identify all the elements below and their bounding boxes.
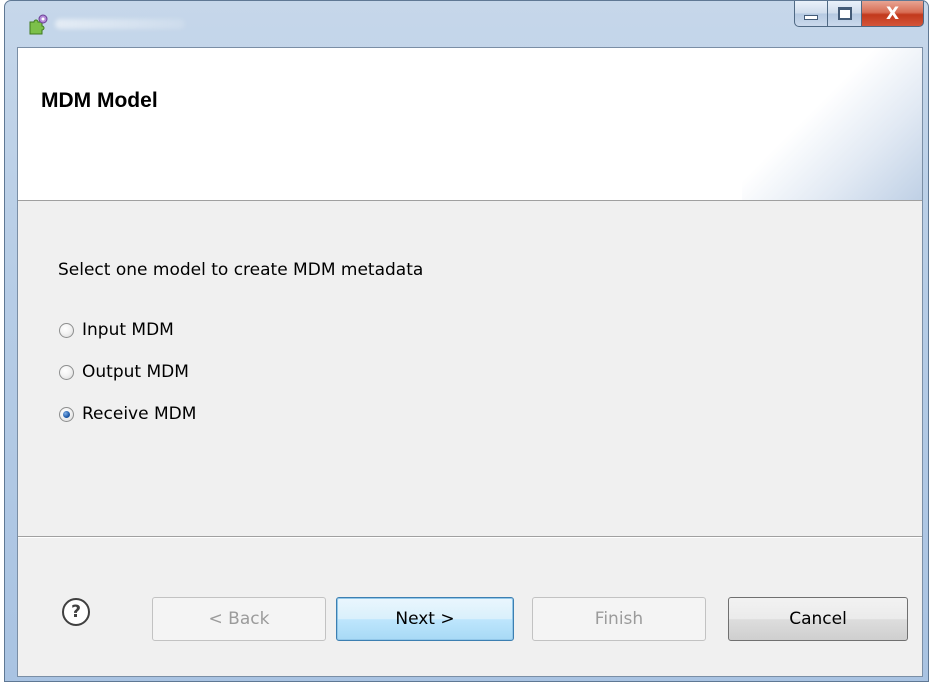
footer-divider-highlight	[18, 537, 922, 538]
radio-button-icon[interactable]	[59, 364, 74, 380]
close-icon: X	[885, 3, 900, 24]
wizard-header: MDM Model	[18, 48, 922, 201]
puzzle-gear-icon	[29, 14, 48, 35]
page-title: MDM Model	[41, 89, 158, 112]
next-button-label: Next >	[395, 609, 455, 629]
dialog-window: X MDM Model Select one model to create M…	[4, 0, 929, 682]
cancel-button-label: Cancel	[789, 609, 847, 629]
title-bar[interactable]: X	[5, 1, 928, 47]
help-icon[interactable]: ?	[62, 598, 90, 626]
radio-input-mdm[interactable]: Input MDM	[59, 320, 174, 340]
radio-label[interactable]: Output MDM	[82, 362, 189, 382]
caption-buttons: X	[794, 1, 924, 27]
window-title-blurred	[55, 19, 185, 29]
header-decoration	[742, 48, 922, 200]
radio-button-icon[interactable]	[59, 322, 74, 338]
maximize-button[interactable]	[828, 1, 862, 27]
minimize-button[interactable]	[794, 1, 828, 27]
back-button-label: < Back	[208, 609, 270, 629]
radio-receive-mdm[interactable]: Receive MDM	[59, 404, 196, 424]
radio-button-selected-icon[interactable]	[59, 406, 74, 422]
help-glyph: ?	[71, 602, 81, 622]
radio-label[interactable]: Receive MDM	[82, 404, 196, 424]
maximize-icon	[837, 7, 852, 20]
instruction-text: Select one model to create MDM metadata	[58, 260, 424, 280]
close-button[interactable]: X	[862, 1, 924, 27]
back-button[interactable]: < Back	[152, 597, 326, 641]
radio-label[interactable]: Input MDM	[82, 320, 174, 340]
cancel-button[interactable]: Cancel	[728, 597, 908, 641]
minimize-icon	[804, 15, 818, 20]
next-button[interactable]: Next >	[336, 597, 514, 641]
radio-output-mdm[interactable]: Output MDM	[59, 362, 189, 382]
wizard-client-area: MDM Model Select one model to create MDM…	[17, 47, 923, 677]
finish-button-label: Finish	[594, 609, 644, 629]
finish-button[interactable]: Finish	[532, 597, 706, 641]
